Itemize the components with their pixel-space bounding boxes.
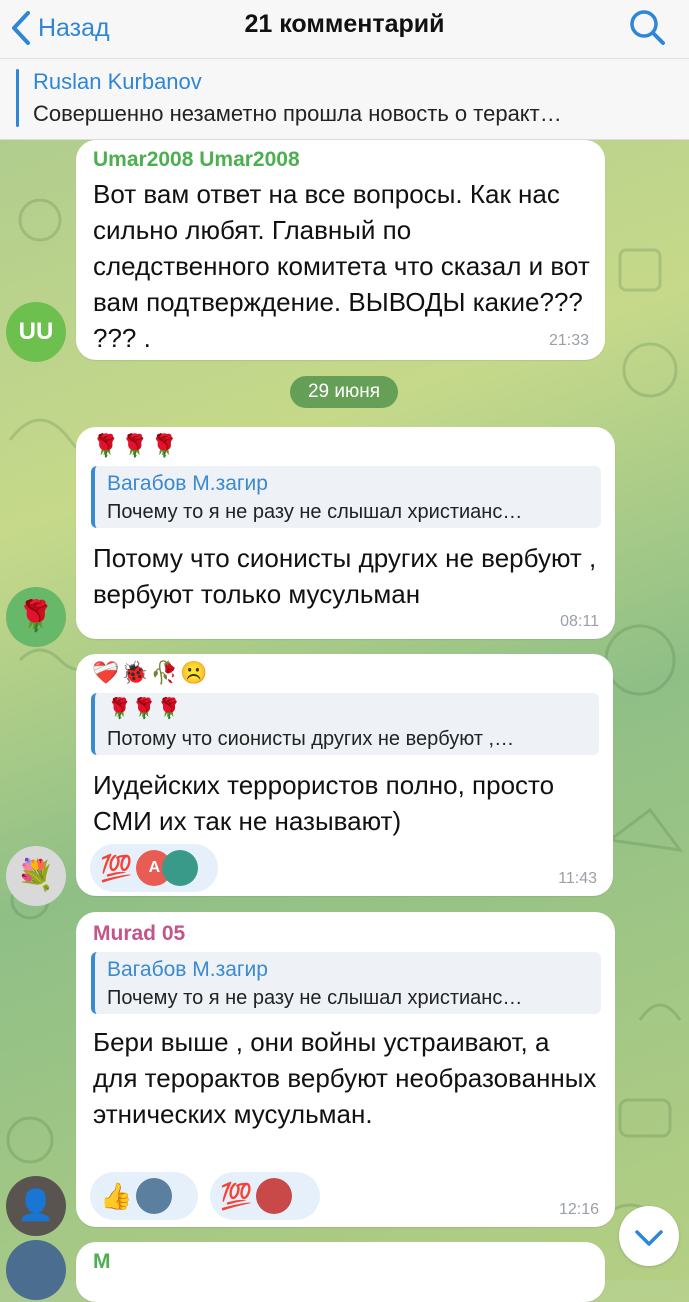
pinned-text: Совершенно незаметно прошла новость о те… [33, 101, 562, 126]
reply-emoji: 🌹🌹🌹 [107, 698, 182, 720]
search-icon[interactable] [627, 7, 667, 47]
custom-emoji-roses: 🌹🌹🌹 [92, 433, 181, 458]
hundred-points-icon: 💯 [220, 1180, 253, 1211]
pinned-author: Ruslan Kurbanov [33, 69, 202, 94]
avatar[interactable]: 💐 [6, 846, 66, 906]
message-text: Иудейских террористов полно, просто СМИ … [93, 770, 555, 836]
message-bubble[interactable]: Murad 05 Вагабов М.загир Почему то я не … [76, 912, 615, 1227]
custom-emoji-row: ❤️‍🩹🐞🥀☹️ [92, 660, 210, 685]
reaction-chip[interactable]: 💯 [210, 1172, 320, 1220]
reply-quote[interactable]: Вагабов М.загир Почему то я не разу не с… [91, 466, 601, 528]
avatar[interactable]: UU [6, 302, 66, 362]
reply-quote[interactable]: 🌹🌹🌹 Потому что сионисты других не вербую… [91, 693, 599, 755]
reaction-avatar [256, 1178, 293, 1214]
person-avatar-icon: 👤 [17, 1189, 55, 1222]
message-bubble[interactable]: M [76, 1242, 605, 1302]
avatar[interactable]: 👤 [6, 1176, 66, 1236]
hundred-points-icon: 💯 [100, 852, 133, 883]
avatar[interactable] [6, 1240, 66, 1300]
reply-author: Вагабов М.загир [107, 472, 268, 495]
reply-text: Потому что сионисты других не вербуют ,… [107, 728, 515, 750]
message-text: Бери выше , они войны устраивают, а для … [93, 1027, 597, 1129]
date-separator: 29 июня [290, 376, 398, 408]
avatar[interactable]: 🌹 [6, 587, 66, 647]
message-bubble[interactable]: Umar2008 Umar2008 Вот вам ответ на все в… [76, 140, 605, 360]
message-bubble[interactable]: ❤️‍🩹🐞🥀☹️ 🌹🌹🌹 Потому что сионисты других … [76, 654, 613, 896]
pinned-accent-bar [16, 69, 19, 127]
message-bubble[interactable]: 🌹🌹🌹 Вагабов М.загир Почему то я не разу … [76, 427, 615, 639]
message-text: Потому что сионисты других не вербуют , … [93, 543, 597, 609]
page-title: 21 комментарий [244, 10, 445, 38]
scroll-to-bottom-button[interactable] [619, 1206, 679, 1266]
flowers-avatar-icon: 💐 [17, 859, 55, 892]
message-text: Вот вам ответ на все вопросы. Как нас си… [93, 179, 590, 353]
reaction-avatar [136, 1178, 173, 1214]
thumbs-up-icon: 👍 [100, 1180, 133, 1211]
message-time: 11:43 [558, 870, 597, 887]
message-sender[interactable]: M [93, 1250, 111, 1274]
reaction-chip[interactable]: 👍 [90, 1172, 198, 1220]
avatar-initials: UU [18, 318, 54, 345]
rose-icon: 🌹 [17, 600, 55, 633]
reply-text: Почему то я не разу не слышал христианс… [107, 987, 523, 1009]
reaction-chip[interactable]: 💯 A [90, 844, 218, 892]
pinned-post-reply[interactable]: Ruslan Kurbanov Совершенно незаметно про… [0, 59, 689, 140]
message-time: 08:11 [560, 613, 599, 630]
reaction-avatar [162, 850, 199, 886]
top-nav-bar: Назад 21 комментарий [0, 0, 689, 59]
message-sender[interactable]: Murad 05 [93, 922, 185, 946]
reply-text: Почему то я не разу не слышал христианс… [107, 501, 523, 523]
chevron-down-icon [635, 1230, 663, 1246]
message-sender[interactable]: Umar2008 Umar2008 [93, 148, 300, 172]
message-time: 12:16 [558, 1201, 599, 1218]
reply-author: Вагабов М.загир [107, 958, 268, 981]
message-time: 21:33 [548, 332, 589, 349]
reply-quote[interactable]: Вагабов М.загир Почему то я не разу не с… [91, 952, 601, 1014]
